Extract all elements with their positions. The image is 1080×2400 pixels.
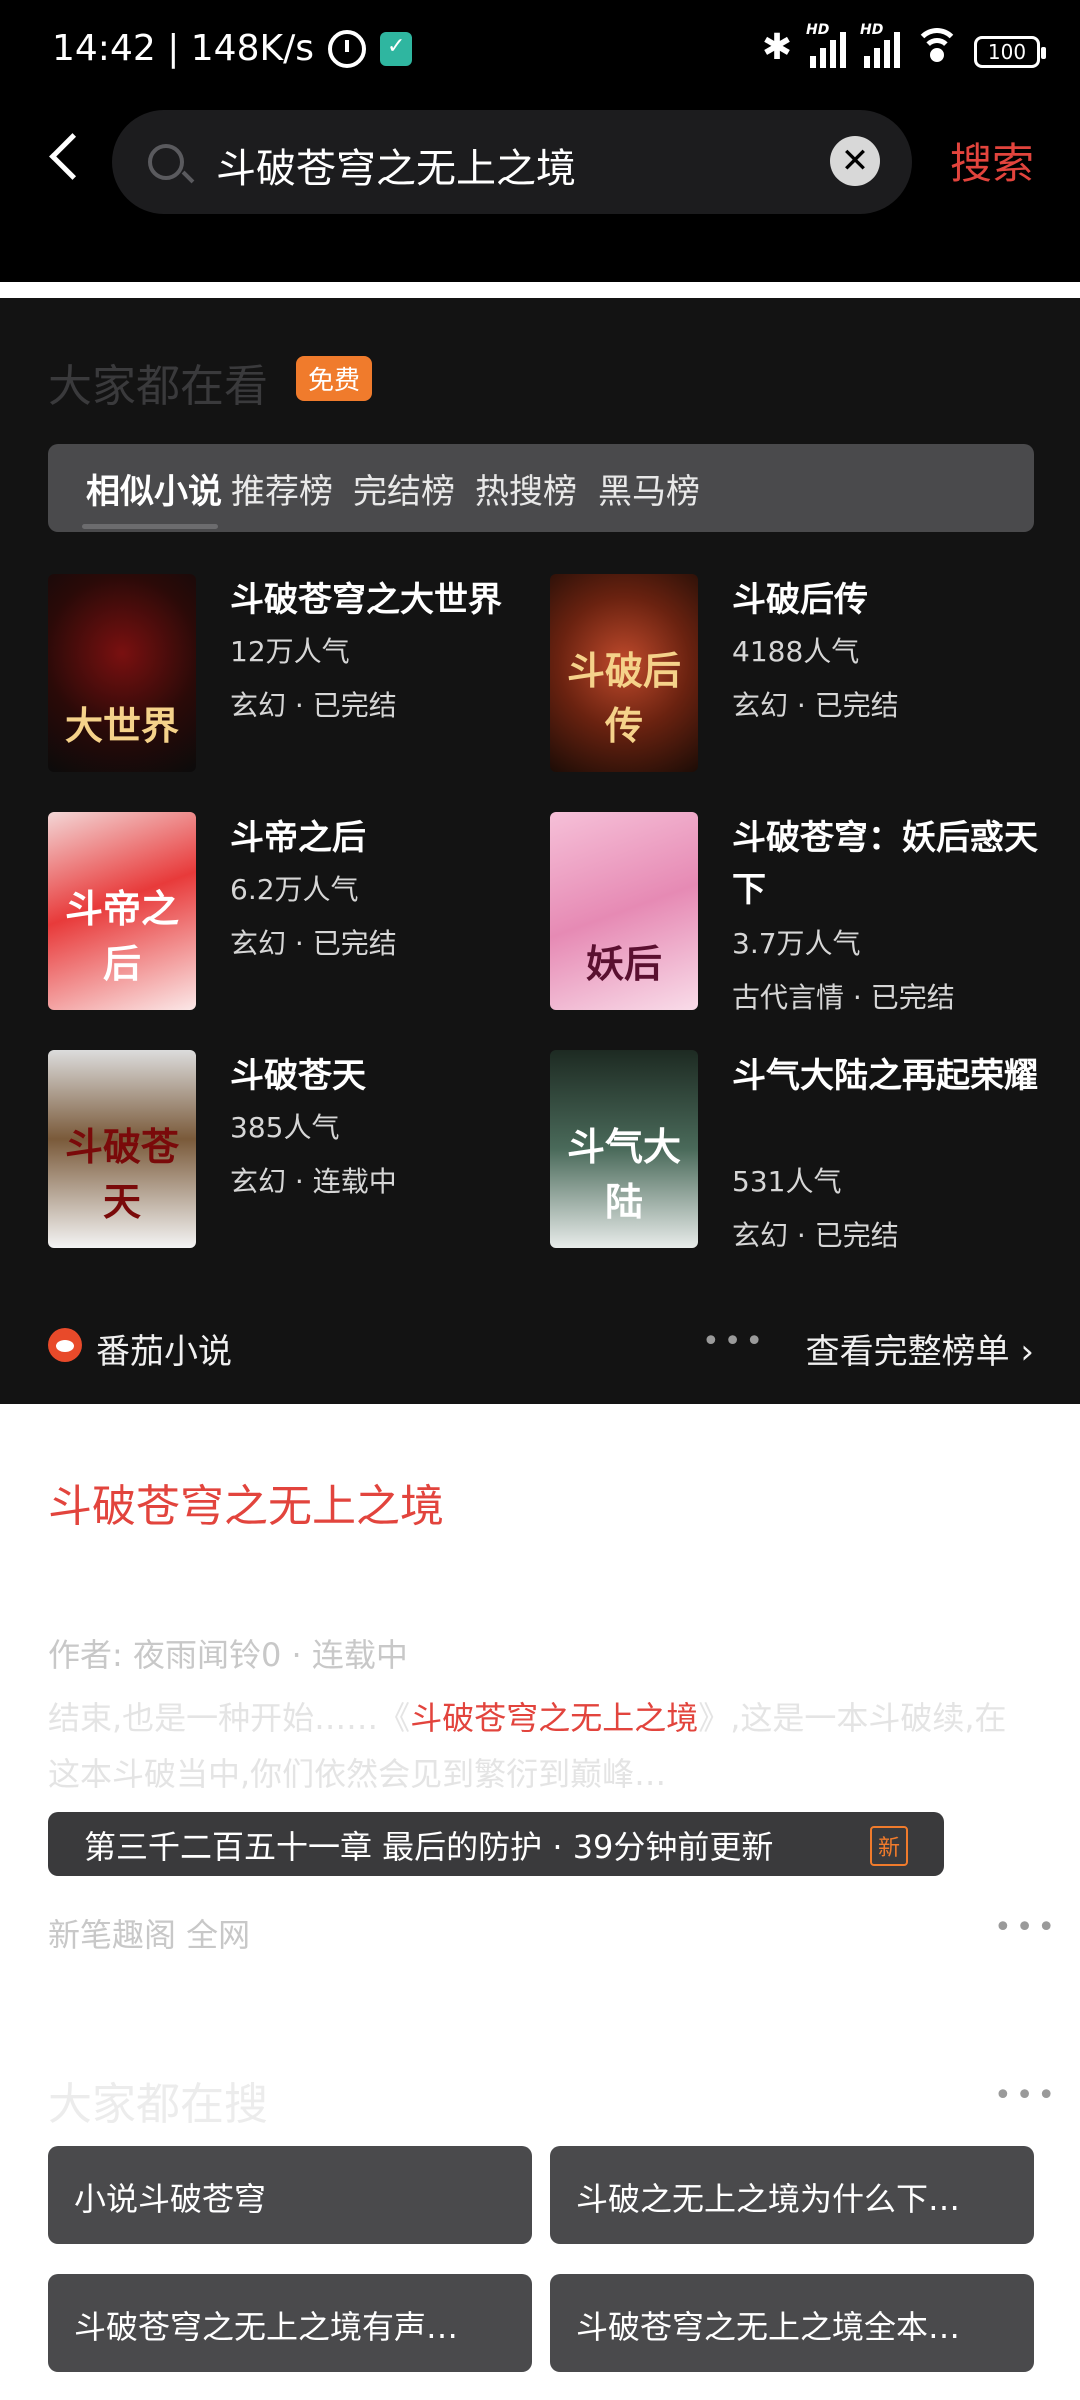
book-cover[interactable]: 妖后 xyxy=(550,812,698,1010)
tab-recommended[interactable]: 推荐榜 xyxy=(231,464,333,513)
book-cover[interactable]: 斗帝之后 xyxy=(48,812,196,1010)
book-popularity: 4188人气 xyxy=(732,635,860,668)
latest-chapter-text[interactable]: 第三千二百五十一章 最后的防护 · 39分钟前更新 xyxy=(84,1822,773,1868)
book-cover[interactable]: 斗破后传 xyxy=(550,574,698,772)
book-title[interactable]: 斗气大陆之再起荣耀 xyxy=(732,1050,1050,1102)
result-description: 结束,也是一种开始……《斗破苍穹之无上之境》,这是一本斗破续,在这本斗破当中,你… xyxy=(48,1690,1038,1802)
card-footer: 番茄小说 ••• 查看完整榜单 › xyxy=(48,1320,1034,1373)
section-title: 大家都在搜 xyxy=(48,2079,268,2130)
shield-icon xyxy=(379,31,412,66)
desc-highlight: 斗破苍穹之无上之境 xyxy=(410,1699,699,1737)
more-icon[interactable]: ••• xyxy=(702,1324,767,1359)
active-tab-indicator xyxy=(82,524,218,529)
book-cover[interactable]: 大世界 xyxy=(48,574,196,772)
status-time-speed: 14:42 | 148K/s xyxy=(52,28,314,69)
book-meta: 玄幻 · 已完结 xyxy=(230,689,397,722)
search-suggestion-chip[interactable]: 小说斗破苍穹 xyxy=(48,2146,532,2244)
book-title[interactable]: 斗破后传 xyxy=(732,574,1050,626)
more-icon[interactable]: ••• xyxy=(994,2078,1059,2113)
status-right: ✱ HD HD 100 xyxy=(761,22,1046,68)
book-title[interactable]: 斗破苍穹之大世界 xyxy=(230,574,548,626)
new-badge: 新 xyxy=(869,1826,908,1866)
book-item[interactable]: 大世界 斗破苍穹之大世界 12万人气 玄幻 · 已完结 xyxy=(48,574,548,774)
result-title[interactable]: 斗破苍穹之无上之境 xyxy=(48,1470,444,1534)
book-popularity: 6.2万人气 xyxy=(230,873,359,906)
wifi-icon xyxy=(914,28,960,68)
book-popularity: 531人气 xyxy=(732,1165,842,1198)
desc-prefix: 结束,也是一种开始……《 xyxy=(48,1699,411,1737)
hd-label: HD xyxy=(860,22,884,38)
ranking-tabs: 相似小说 推荐榜 完结榜 热搜榜 黑马榜 xyxy=(48,444,1034,532)
book-meta: 玄幻 · 已完结 xyxy=(732,1219,899,1252)
book-meta: 玄幻 · 连载中 xyxy=(230,1165,397,1198)
status-bar: 14:42 | 148K/s ✱ HD HD 100 xyxy=(0,0,1080,100)
result-author: 作者: 夜雨闻铃0 · 连载中 xyxy=(48,1636,408,1674)
book-meta: 玄幻 · 已完结 xyxy=(230,927,397,960)
back-arrow-icon[interactable] xyxy=(44,126,84,186)
book-meta: 玄幻 · 已完结 xyxy=(732,689,899,722)
tab-hot-search[interactable]: 热搜榜 xyxy=(475,464,577,513)
alarm-icon xyxy=(327,29,366,68)
bluetooth-icon: ✱ xyxy=(761,27,792,68)
hd-label: HD xyxy=(806,22,830,38)
book-cover[interactable]: 斗气大陆 xyxy=(550,1050,698,1248)
divider xyxy=(0,282,1080,298)
search-icon xyxy=(148,144,184,180)
book-item[interactable]: 斗破苍天 斗破苍天 385人气 玄幻 · 连载中 xyxy=(48,1050,548,1250)
chip-label[interactable]: 斗破苍穹之无上之境全本… xyxy=(576,2302,960,2348)
signal-icon: HD xyxy=(860,22,900,68)
book-popularity: 385人气 xyxy=(230,1111,340,1144)
chip-label[interactable]: 斗破之无上之境为什么下… xyxy=(576,2174,960,2220)
book-popularity: 3.7万人气 xyxy=(732,927,861,960)
search-button[interactable]: 搜索 xyxy=(950,130,1034,191)
search-suggestion-chip[interactable]: 斗破苍穹之无上之境有声… xyxy=(48,2274,532,2372)
result-sources[interactable]: 新笔趣阁 全网 xyxy=(48,1910,250,1956)
book-item[interactable]: 斗气大陆 斗气大陆之再起荣耀 531人气 玄幻 · 已完结 xyxy=(550,1050,1050,1260)
book-item[interactable]: 斗破后传 斗破后传 4188人气 玄幻 · 已完结 xyxy=(550,574,1050,774)
search-header: 斗破苍穹之无上之境 ✕ 搜索 xyxy=(0,100,1080,222)
section-title: 大家都在看 xyxy=(48,361,268,412)
search-suggestion-chip[interactable]: 斗破苍穹之无上之境全本… xyxy=(550,2274,1034,2372)
signal-icon: HD xyxy=(806,22,846,68)
search-suggestion-chip[interactable]: 斗破之无上之境为什么下… xyxy=(550,2146,1034,2244)
source-name[interactable]: 番茄小说 xyxy=(96,1324,232,1373)
book-meta: 古代言情 · 已完结 xyxy=(732,981,955,1014)
book-cover[interactable]: 斗破苍天 xyxy=(48,1050,196,1248)
book-title[interactable]: 斗帝之后 xyxy=(230,812,548,864)
close-icon[interactable]: ✕ xyxy=(830,136,880,186)
chip-label[interactable]: 小说斗破苍穹 xyxy=(74,2174,266,2220)
latest-chapter[interactable]: 第三千二百五十一章 最后的防护 · 39分钟前更新 新 xyxy=(48,1812,944,1876)
battery-icon: 100 xyxy=(974,36,1046,68)
full-list-link[interactable]: 查看完整榜单 › xyxy=(806,1324,1034,1373)
book-item[interactable]: 妖后 斗破苍穹：妖后惑天下 3.7万人气 古代言情 · 已完结 xyxy=(550,812,1050,1022)
search-query[interactable]: 斗破苍穹之无上之境 xyxy=(216,136,576,194)
status-left: 14:42 | 148K/s xyxy=(52,28,412,69)
book-title[interactable]: 斗破苍穹：妖后惑天下 xyxy=(732,812,1050,916)
tab-dark-horse[interactable]: 黑马榜 xyxy=(598,464,700,513)
book-popularity: 12万人气 xyxy=(230,635,350,668)
tomato-logo-icon xyxy=(48,1328,82,1362)
free-badge: 免费 xyxy=(296,356,373,401)
recommendation-card: 大家都在看 免费 相似小说 推荐榜 完结榜 热搜榜 黑马榜 大世界 斗破苍穹之大… xyxy=(0,298,1080,1404)
book-title[interactable]: 斗破苍天 xyxy=(230,1050,548,1102)
book-item[interactable]: 斗帝之后 斗帝之后 6.2万人气 玄幻 · 已完结 xyxy=(48,812,548,1012)
tab-similar-novels[interactable]: 相似小说 xyxy=(86,464,222,513)
search-input[interactable]: 斗破苍穹之无上之境 ✕ xyxy=(112,110,912,214)
previous-content-strip xyxy=(0,222,1080,282)
more-icon[interactable]: ••• xyxy=(994,1910,1059,1945)
chip-label[interactable]: 斗破苍穹之无上之境有声… xyxy=(74,2302,458,2348)
tab-completed[interactable]: 完结榜 xyxy=(353,464,455,513)
